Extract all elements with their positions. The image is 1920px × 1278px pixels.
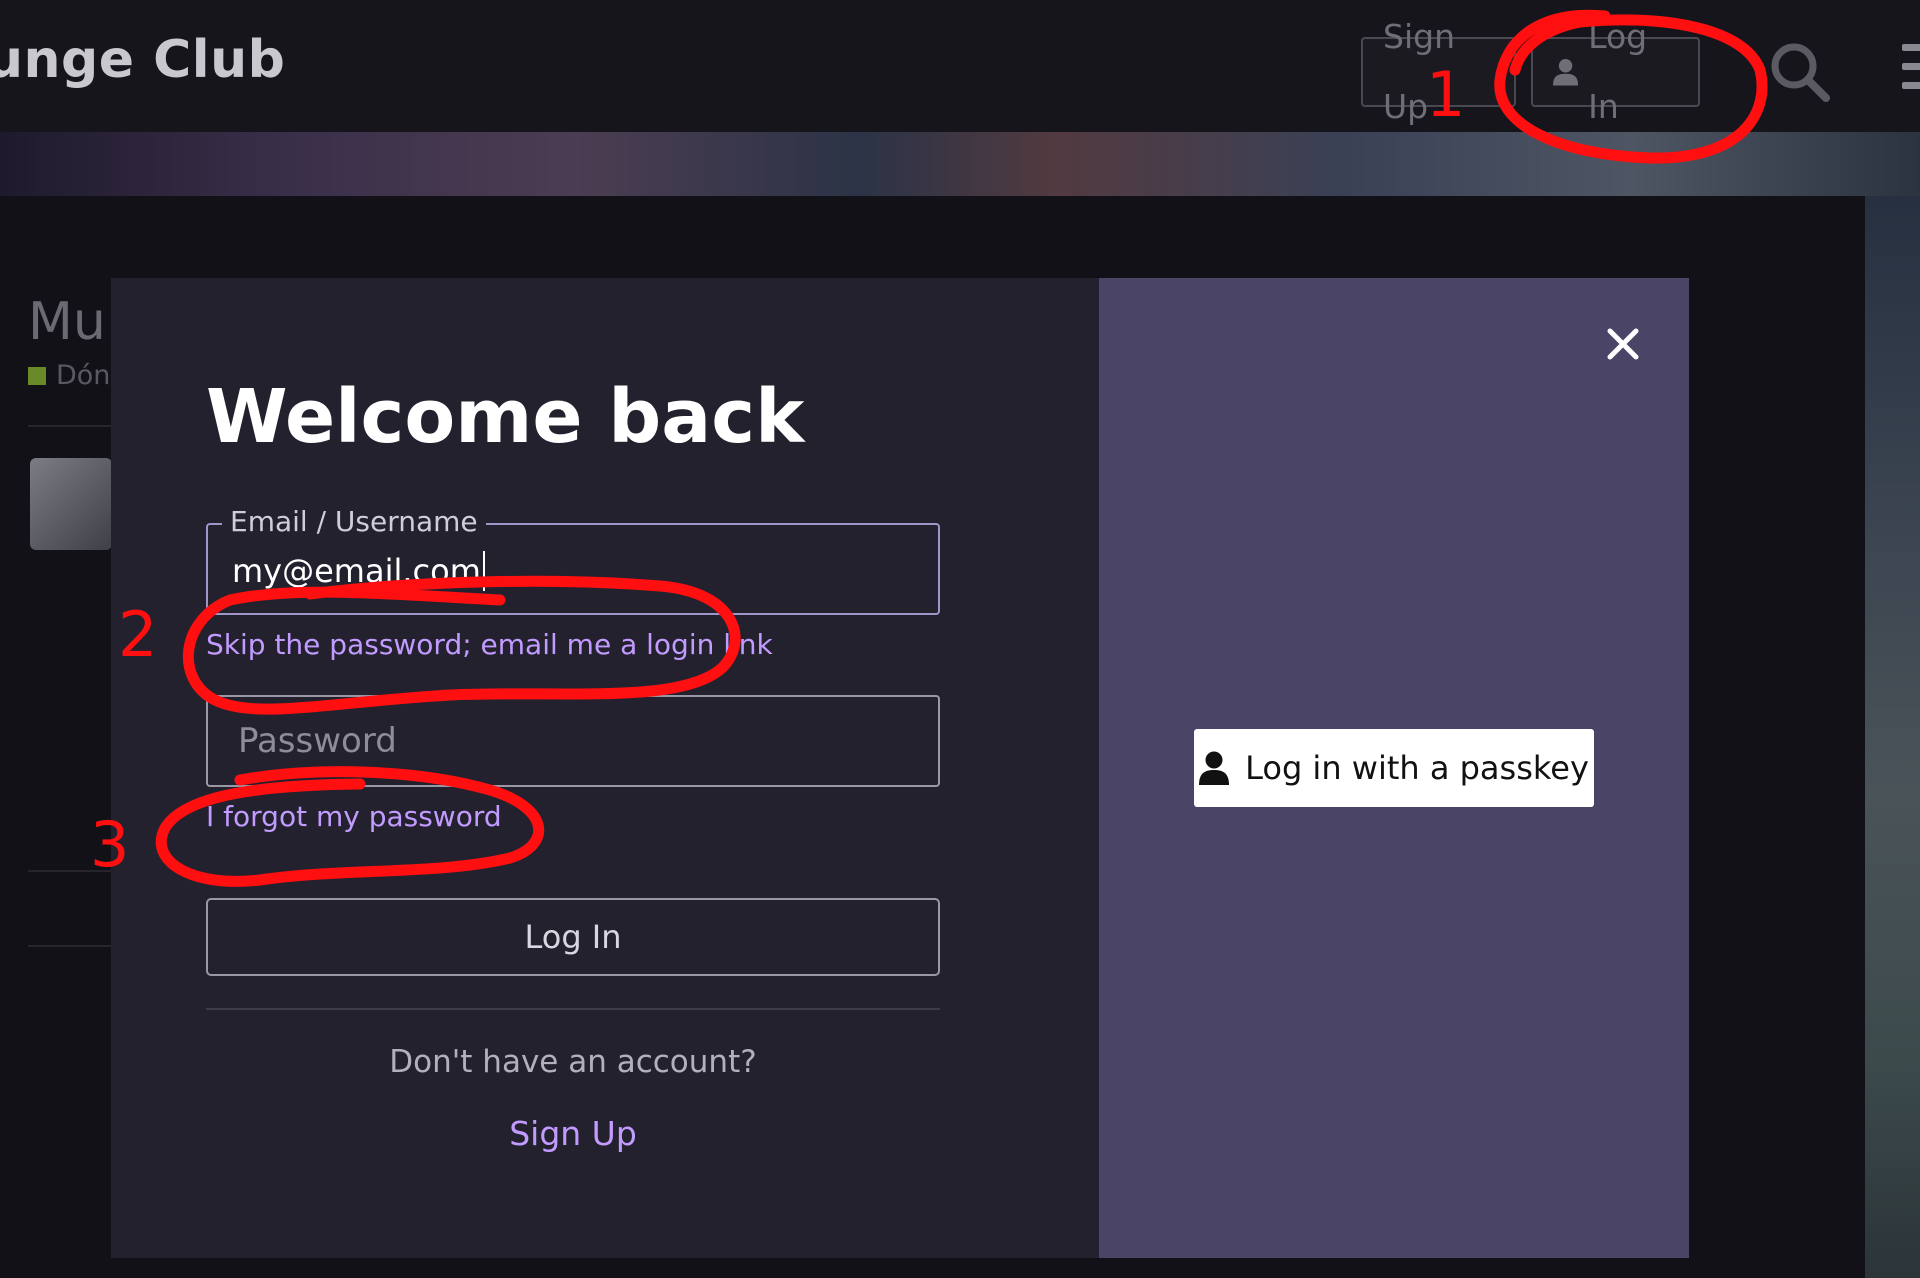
header-login-label: Log In [1588, 17, 1648, 126]
site-header: unge Club Sign Up Log In [0, 0, 1920, 132]
hamburger-menu-icon[interactable] [1902, 44, 1920, 96]
user-icon [1553, 58, 1579, 86]
email-field-label: Email / Username [222, 505, 486, 538]
background-image-edge [1865, 196, 1920, 1278]
form-divider [206, 1008, 940, 1010]
passkey-button-label: Log in with a passkey [1245, 749, 1589, 787]
close-icon[interactable] [1605, 326, 1641, 362]
email-field[interactable]: Email / Username my@email.com [206, 505, 940, 615]
header-banner-image [0, 132, 1920, 196]
login-form-panel: Welcome back Email / Username my@email.c… [111, 278, 1099, 1258]
category-color-badge [28, 366, 46, 385]
text-caret [482, 551, 485, 591]
email-input-value-wrap: my@email.com [232, 551, 485, 591]
forgot-password-link[interactable]: I forgot my password [206, 800, 502, 833]
site-title[interactable]: unge Club [0, 30, 285, 90]
passkey-login-button[interactable]: Log in with a passkey [1194, 729, 1594, 807]
topic-title[interactable]: Mu [28, 292, 106, 352]
annotation-number-1: 1 [1426, 58, 1466, 131]
avatar[interactable] [30, 458, 112, 550]
modal-title: Welcome back [206, 374, 805, 460]
no-account-text: Don't have an account? [389, 1044, 757, 1080]
login-button[interactable]: Log In [206, 898, 940, 976]
divider [28, 425, 112, 427]
signup-link[interactable]: Sign Up [206, 1114, 940, 1153]
annotation-number-2: 2 [118, 598, 158, 671]
divider [28, 945, 112, 947]
email-input-value: my@email.com [232, 552, 481, 590]
annotation-number-3: 3 [90, 808, 130, 881]
search-icon[interactable] [1768, 40, 1832, 104]
header-login-button[interactable]: Log In [1531, 17, 1700, 126]
password-placeholder: Password [238, 721, 397, 761]
password-field[interactable]: Password [206, 695, 940, 787]
user-icon [1199, 751, 1230, 785]
topic-category[interactable]: Dón [28, 360, 110, 391]
email-login-link[interactable]: Skip the password; email me a login link [206, 628, 773, 661]
category-label: Dón [56, 360, 111, 391]
